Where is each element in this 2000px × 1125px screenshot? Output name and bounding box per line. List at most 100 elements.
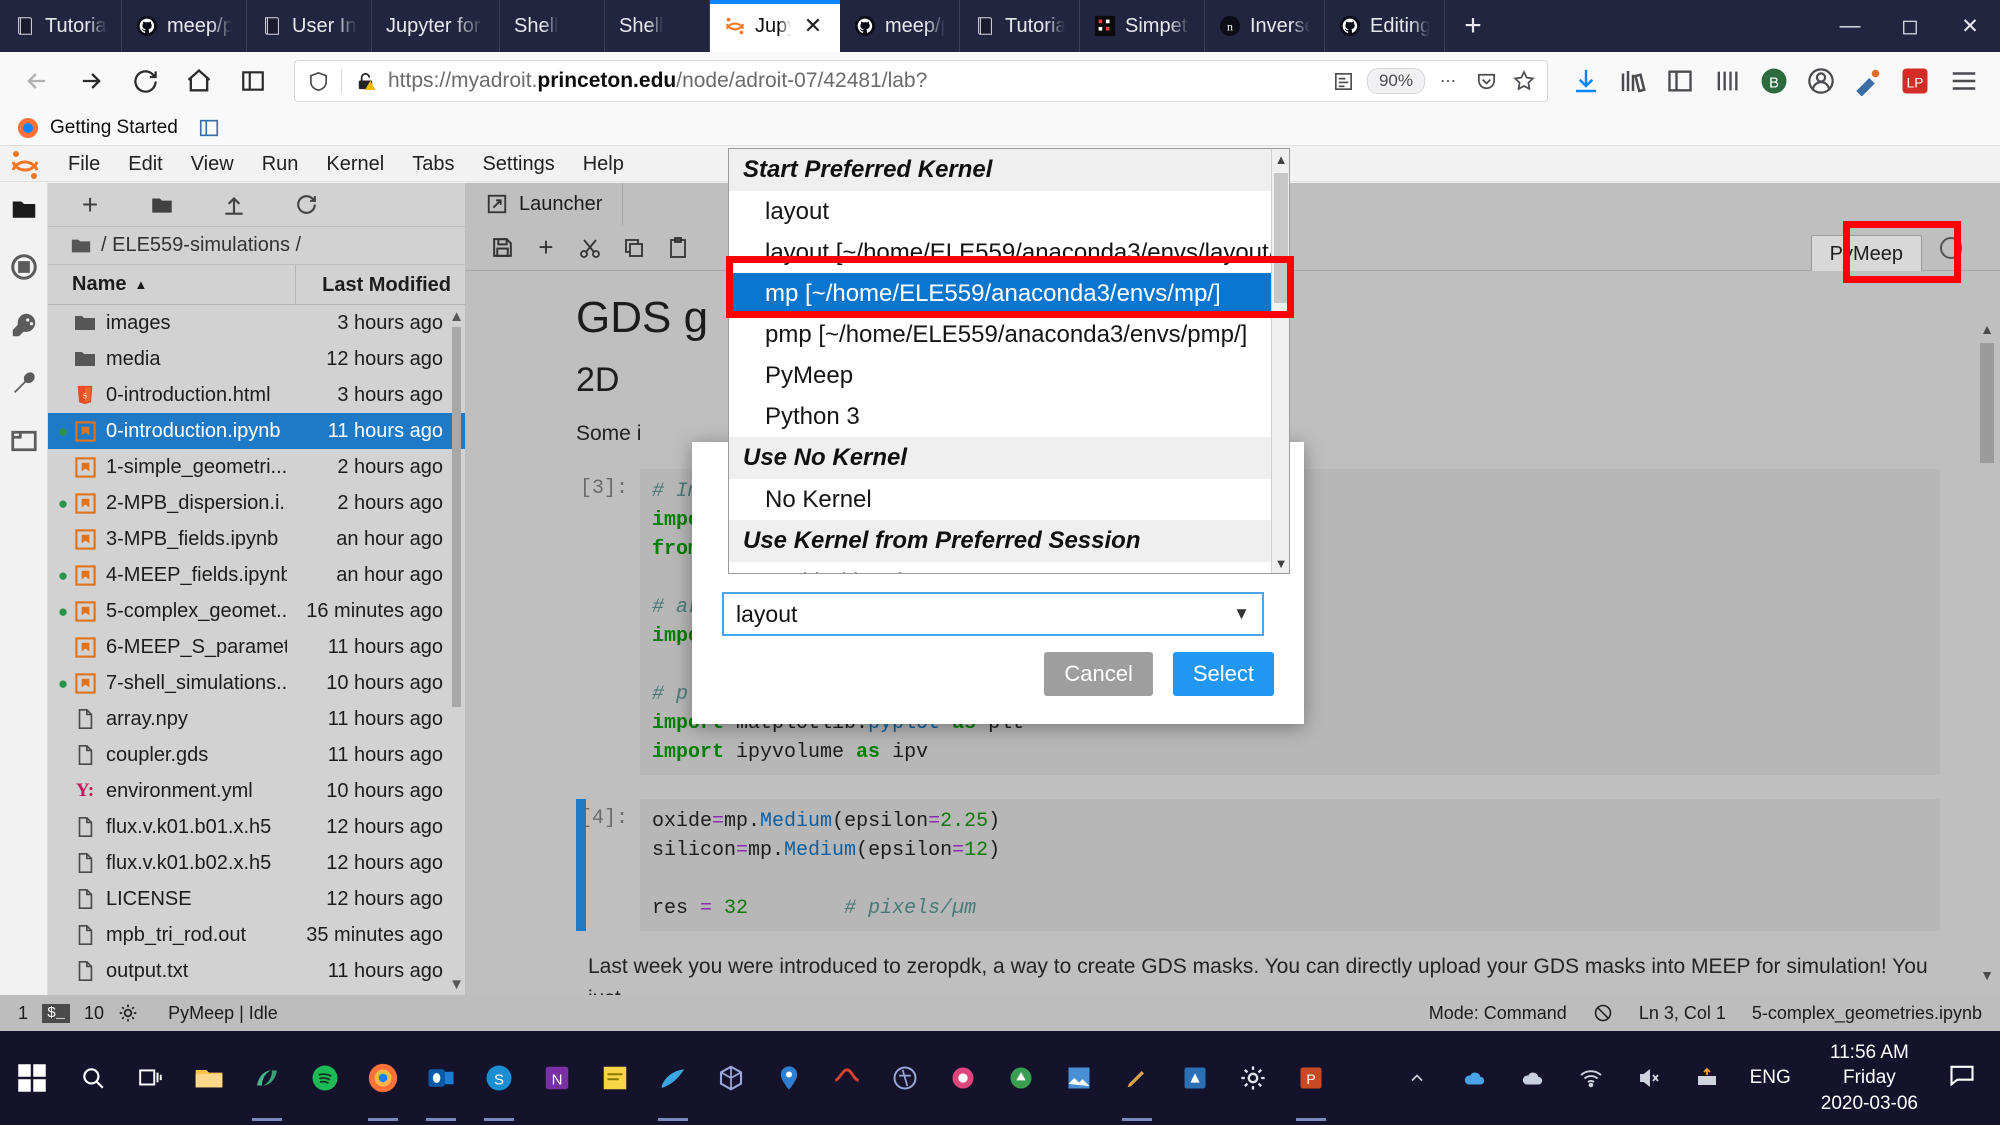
- menu-run[interactable]: Run: [248, 146, 313, 182]
- downloads-icon[interactable]: [1566, 61, 1606, 101]
- file-row[interactable]: ●3-MPB_fields.ipynban hour ago: [48, 521, 465, 557]
- file-row[interactable]: ●mpb_tri_rod.out35 minutes ago: [48, 917, 465, 953]
- reader-mode-icon[interactable]: [1329, 66, 1359, 96]
- taskbar-pen-tool[interactable]: [1108, 1031, 1166, 1125]
- terminal-icon[interactable]: $_: [42, 1004, 70, 1023]
- close-window-button[interactable]: ✕: [1940, 0, 2000, 52]
- maximize-button[interactable]: ◻: [1880, 0, 1940, 52]
- menu-tabs[interactable]: Tabs: [398, 146, 468, 182]
- menu-file[interactable]: File: [54, 146, 114, 182]
- network-icon[interactable]: [1562, 1066, 1620, 1090]
- sidebar-toggle-icon[interactable]: [1660, 61, 1700, 101]
- kernel-dropdown-list[interactable]: Start Preferred Kernellayoutlayout [~/ho…: [728, 148, 1290, 574]
- command-palette-icon[interactable]: [8, 309, 40, 341]
- scroll-down-arrow-icon[interactable]: ▼: [449, 973, 464, 995]
- url-text[interactable]: https://myadroit.princeton.edu/node/adro…: [388, 69, 1321, 93]
- menu-view[interactable]: View: [177, 146, 248, 182]
- dropdown-scroll-down-icon[interactable]: ▼: [1272, 553, 1290, 573]
- menu-help[interactable]: Help: [569, 146, 638, 182]
- taskbar-klayout[interactable]: [934, 1031, 992, 1125]
- taskbar-photos[interactable]: [1050, 1031, 1108, 1125]
- language-indicator[interactable]: ENG: [1736, 1067, 1805, 1089]
- tracking-protection-shield-icon[interactable]: [303, 66, 333, 96]
- taskbar-sticky-notes[interactable]: [586, 1031, 644, 1125]
- browser-tab-2[interactable]: User Inte: [247, 0, 372, 52]
- onedrive-icon[interactable]: [1446, 1065, 1504, 1091]
- forward-button[interactable]: [68, 58, 114, 104]
- kernel-selector-chip[interactable]: PyMeep: [1811, 235, 1922, 274]
- insert-cell-button[interactable]: +: [524, 227, 568, 269]
- dropdown-option[interactable]: No Kernel: [729, 479, 1271, 520]
- file-row[interactable]: ●array.npy11 hours ago: [48, 701, 465, 737]
- dropdown-option[interactable]: layout: [729, 191, 1271, 232]
- taskbar-settings[interactable]: [1224, 1031, 1282, 1125]
- browser-tab-3[interactable]: Jupyter for C: [372, 0, 500, 52]
- dropdown-option[interactable]: Untitled.ipynb: [729, 562, 1271, 574]
- tab-launcher[interactable]: Launcher: [466, 183, 623, 225]
- kernel-gear-icon[interactable]: [118, 1003, 138, 1023]
- new-launcher-button[interactable]: +: [54, 185, 126, 225]
- paste-cell-button[interactable]: [656, 227, 700, 269]
- dropdown-option[interactable]: Python 3: [729, 396, 1271, 437]
- file-row[interactable]: ●7-shell_simulations...10 hours ago: [48, 665, 465, 701]
- browser-tab-1[interactable]: meep/py: [122, 0, 247, 52]
- browser-tab-6[interactable]: Jupyt✕: [710, 0, 840, 52]
- file-row[interactable]: ●Y:environment.yml10 hours ago: [48, 773, 465, 809]
- file-row[interactable]: ●output.txt11 hours ago: [48, 953, 465, 989]
- browser-tab-0[interactable]: Tutorial/: [0, 0, 122, 52]
- taskbar-powerpoint[interactable]: P: [1282, 1031, 1340, 1125]
- file-row[interactable]: ●6-MEEP_S_paramet...11 hours ago: [48, 629, 465, 665]
- insecure-lock-warning-icon[interactable]: [350, 66, 380, 96]
- scroll-up-arrow-icon[interactable]: ▲: [449, 305, 464, 327]
- column-header-name[interactable]: Name ▲: [48, 273, 295, 296]
- volume-mute-icon[interactable]: [1620, 1066, 1678, 1090]
- taskbar-paint-3d[interactable]: [644, 1031, 702, 1125]
- kernel-status-indicator[interactable]: [1940, 237, 1962, 259]
- taskbar-anaconda[interactable]: [238, 1031, 296, 1125]
- kernel-select-dropdown[interactable]: layout ▼: [722, 592, 1264, 636]
- dropdown-option[interactable]: mp [~/home/ELE559/anaconda3/envs/mp/]: [729, 273, 1271, 314]
- file-row[interactable]: ●1-simple_geometri...2 hours ago: [48, 449, 465, 485]
- library-icon[interactable]: [1613, 61, 1653, 101]
- url-bar[interactable]: https://myadroit.princeton.edu/node/adro…: [294, 60, 1548, 102]
- property-inspector-icon[interactable]: [8, 367, 40, 399]
- select-button[interactable]: Select: [1173, 652, 1274, 696]
- file-list-scrollbar[interactable]: ▲ ▼: [449, 305, 463, 995]
- status-kernel-name[interactable]: PyMeep | Idle: [168, 1003, 278, 1024]
- code-cell-4[interactable]: [4]: oxide=mp.Medium(epsilon=2.25) silic…: [576, 799, 1940, 931]
- taskbar-store[interactable]: [1166, 1031, 1224, 1125]
- running-terminals-icon[interactable]: [8, 251, 40, 283]
- cut-cell-button[interactable]: [568, 227, 612, 269]
- upload-button[interactable]: [198, 185, 270, 225]
- bookmarks-menu-icon[interactable]: [1707, 61, 1747, 101]
- cancel-button[interactable]: Cancel: [1044, 652, 1152, 696]
- dropdown-option[interactable]: PyMeep: [729, 355, 1271, 396]
- back-button[interactable]: [14, 58, 60, 104]
- cloud-icon[interactable]: [1504, 1065, 1562, 1091]
- reload-button[interactable]: [122, 58, 168, 104]
- account-icon[interactable]: [1801, 61, 1841, 101]
- open-tabs-icon[interactable]: [8, 425, 40, 457]
- page-actions-icon[interactable]: ⋯: [1433, 66, 1463, 96]
- taskbar-outlook[interactable]: [412, 1031, 470, 1125]
- browser-tab-4[interactable]: Shell: [500, 0, 605, 52]
- code-cell-4-body[interactable]: oxide=mp.Medium(epsilon=2.25) silicon=mp…: [640, 799, 1940, 931]
- pocket-icon[interactable]: [1471, 66, 1501, 96]
- taskbar-onenote[interactable]: N: [528, 1031, 586, 1125]
- copy-cell-button[interactable]: [612, 227, 656, 269]
- taskbar-blender[interactable]: [876, 1031, 934, 1125]
- input-indicator-icon[interactable]: [1678, 1066, 1736, 1090]
- taskbar-3d-viewer[interactable]: [702, 1031, 760, 1125]
- menu-kernel[interactable]: Kernel: [312, 146, 398, 182]
- taskbar-firefox[interactable]: [354, 1031, 412, 1125]
- dropdown-scroll-up-icon[interactable]: ▲: [1272, 149, 1290, 169]
- file-browser-icon[interactable]: [8, 193, 40, 225]
- tray-expand-icon[interactable]: [1388, 1068, 1446, 1088]
- browser-tab-11[interactable]: Editing E: [1325, 0, 1445, 52]
- file-row[interactable]: ●4-MEEP_fields.ipynban hour ago: [48, 557, 465, 593]
- taskbar-maps[interactable]: [760, 1031, 818, 1125]
- browser-tab-10[interactable]: nInverse d: [1205, 0, 1325, 52]
- file-row[interactable]: ●flux.v.k01.b01.x.h512 hours ago: [48, 809, 465, 845]
- column-header-modified[interactable]: Last Modified: [295, 265, 465, 305]
- menu-edit[interactable]: Edit: [114, 146, 176, 182]
